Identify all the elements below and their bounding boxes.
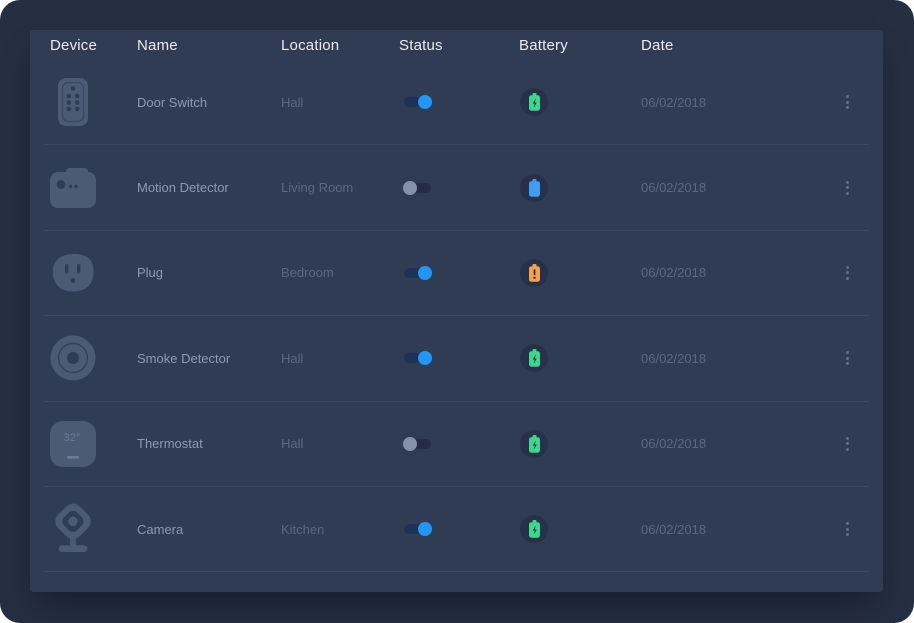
smoke-detector-icon	[50, 329, 96, 387]
row-date: 06/02/2018	[641, 522, 825, 537]
table-row: Door Switch Hall 06/02/2018	[44, 60, 869, 145]
device-name: Motion Detector	[137, 180, 281, 195]
status-cell	[399, 353, 519, 363]
device-cell	[44, 244, 137, 302]
actions-cell	[825, 518, 869, 540]
row-date: 06/02/2018	[641, 95, 825, 110]
battery-low-icon	[520, 259, 548, 287]
status-cell	[399, 524, 519, 534]
device-cell	[44, 500, 137, 558]
row-menu-kebab-icon[interactable]	[842, 262, 853, 284]
battery-cell	[519, 515, 641, 543]
device-location: Hall	[281, 351, 399, 366]
table-row: Camera Kitchen 06/02/2018	[44, 487, 869, 572]
status-toggle[interactable]	[404, 439, 431, 449]
row-date: 06/02/2018	[641, 265, 825, 280]
toggle-knob	[418, 95, 432, 109]
svg-text:32°: 32°	[64, 432, 81, 444]
column-header-device: Device	[44, 37, 137, 54]
device-location: Hall	[281, 436, 399, 451]
row-date: 06/02/2018	[641, 351, 825, 366]
actions-cell	[825, 262, 869, 284]
actions-cell	[825, 177, 869, 199]
device-name: Smoke Detector	[137, 351, 281, 366]
table-header-row: Device Name Location Status Battery Date	[44, 30, 869, 60]
column-header-name: Name	[137, 37, 281, 54]
status-cell	[399, 268, 519, 278]
toggle-knob	[403, 437, 417, 451]
device-name: Camera	[137, 522, 281, 537]
device-cell	[44, 73, 137, 131]
battery-cell	[519, 430, 641, 458]
toggle-knob	[403, 181, 417, 195]
table-row: Motion Detector Living Room 06/02/2018	[44, 145, 869, 230]
toggle-knob	[418, 351, 432, 365]
battery-charging-icon	[520, 515, 548, 543]
row-menu-kebab-icon[interactable]	[842, 177, 853, 199]
toggle-knob	[418, 266, 432, 280]
row-menu-kebab-icon[interactable]	[842, 433, 853, 455]
column-header-status: Status	[399, 37, 519, 54]
column-header-battery: Battery	[519, 37, 641, 54]
device-name: Door Switch	[137, 95, 281, 110]
status-cell	[399, 97, 519, 107]
status-cell	[399, 183, 519, 193]
battery-cell	[519, 174, 641, 202]
battery-cell	[519, 344, 641, 372]
battery-charging-icon	[520, 88, 548, 116]
battery-cell	[519, 88, 641, 116]
device-location: Hall	[281, 95, 399, 110]
app-window: Device Name Location Status Battery Date…	[0, 0, 914, 623]
row-menu-kebab-icon[interactable]	[842, 347, 853, 369]
device-table: Device Name Location Status Battery Date…	[44, 30, 869, 572]
status-toggle[interactable]	[404, 353, 431, 363]
status-toggle[interactable]	[404, 97, 431, 107]
table-row: Plug Bedroom 06/02/2018	[44, 231, 869, 316]
thermostat-icon: 32°	[50, 415, 96, 473]
device-location: Bedroom	[281, 265, 399, 280]
device-name: Plug	[137, 265, 281, 280]
row-menu-kebab-icon[interactable]	[842, 91, 853, 113]
status-toggle[interactable]	[404, 183, 431, 193]
device-name: Thermostat	[137, 436, 281, 451]
actions-cell	[825, 91, 869, 113]
actions-cell	[825, 433, 869, 455]
column-header-date: Date	[641, 37, 825, 54]
device-cell	[44, 329, 137, 387]
battery-full-icon	[520, 174, 548, 202]
status-toggle[interactable]	[404, 524, 431, 534]
device-cell	[44, 159, 137, 217]
table-row: 32° Thermostat Hall 06/02/2018	[44, 402, 869, 487]
table-row: Smoke Detector Hall 06/02/2018	[44, 316, 869, 401]
row-date: 06/02/2018	[641, 436, 825, 451]
device-cell: 32°	[44, 415, 137, 473]
motion-detector-icon	[50, 159, 96, 217]
device-location: Kitchen	[281, 522, 399, 537]
table-body: Door Switch Hall 06/02/2018 Motion Detec…	[44, 60, 869, 572]
status-toggle[interactable]	[404, 268, 431, 278]
actions-cell	[825, 347, 869, 369]
column-header-location: Location	[281, 37, 399, 54]
camera-icon	[50, 500, 96, 558]
status-cell	[399, 439, 519, 449]
device-location: Living Room	[281, 180, 399, 195]
device-table-panel: Device Name Location Status Battery Date…	[30, 30, 883, 592]
plug-icon	[50, 244, 96, 302]
door-switch-icon	[50, 73, 96, 131]
row-date: 06/02/2018	[641, 180, 825, 195]
battery-charging-icon	[520, 430, 548, 458]
battery-charging-icon	[520, 344, 548, 372]
battery-cell	[519, 259, 641, 287]
toggle-knob	[418, 522, 432, 536]
row-menu-kebab-icon[interactable]	[842, 518, 853, 540]
